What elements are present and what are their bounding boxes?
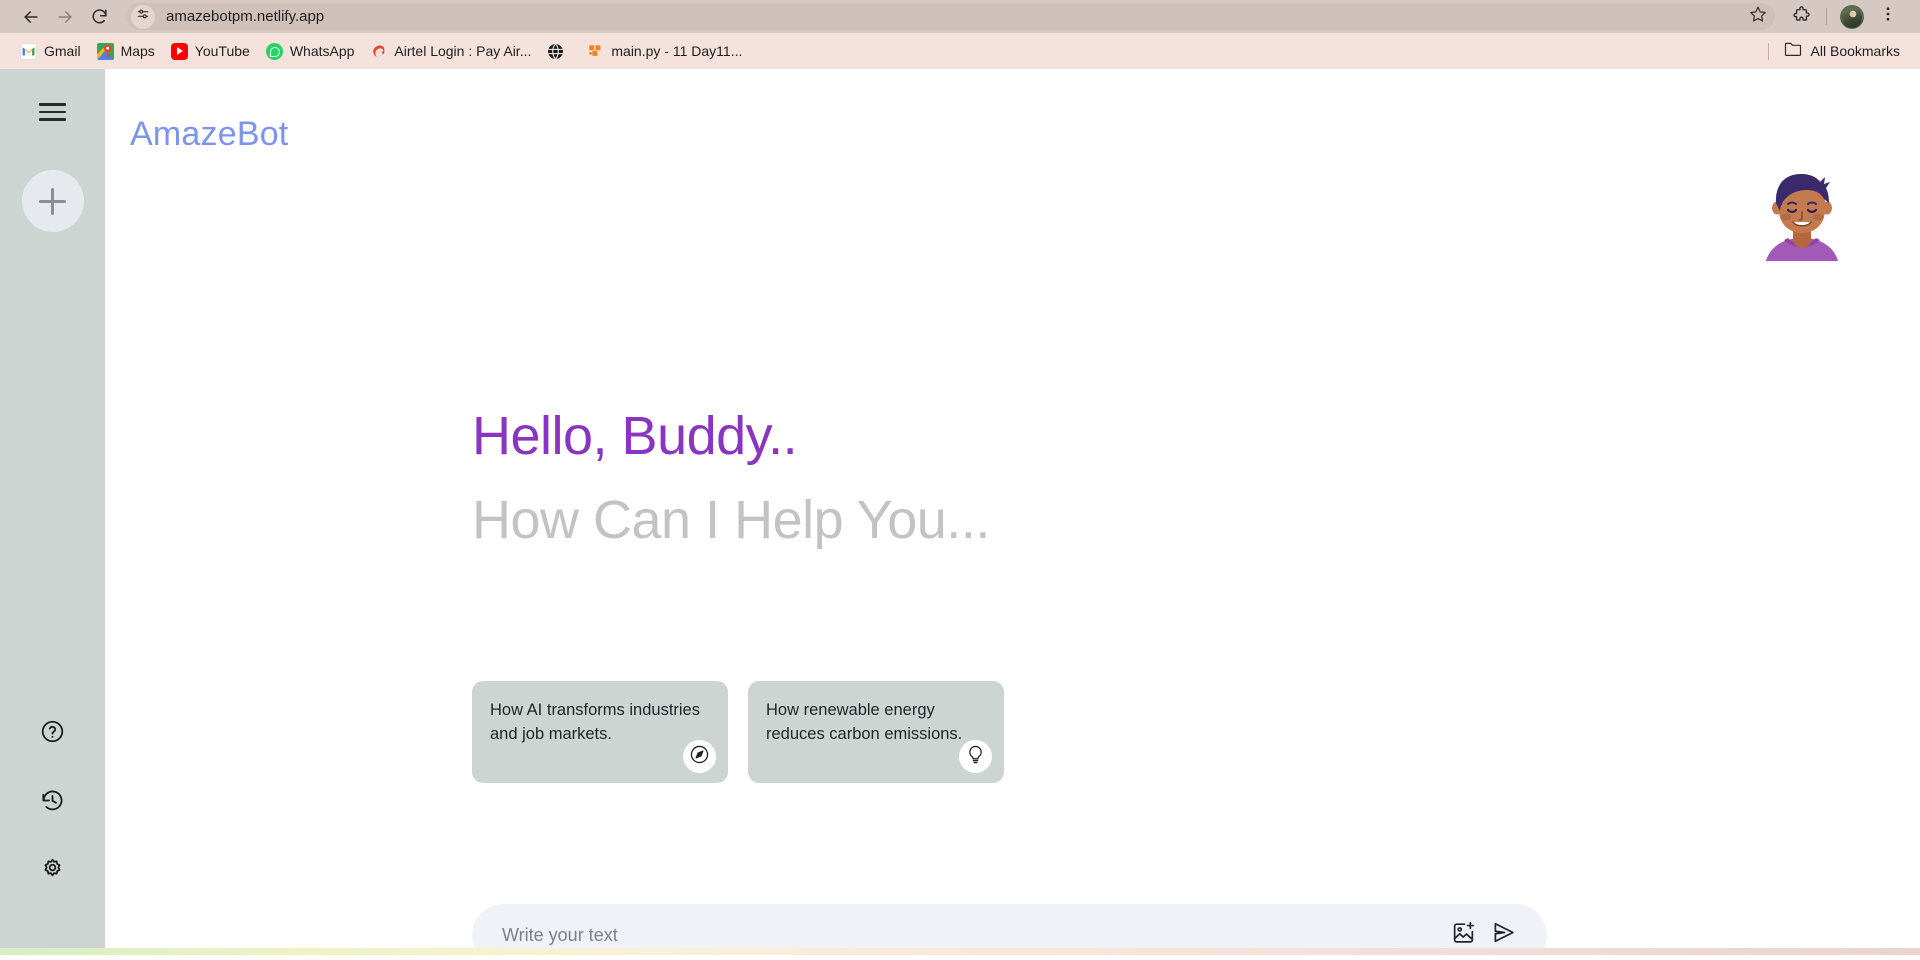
- browser-actions: [1783, 2, 1906, 32]
- browser-toolbar: amazebotpm.netlify.app: [0, 0, 1920, 33]
- history-icon: [40, 788, 65, 818]
- bookmark-whatsapp[interactable]: WhatsApp: [258, 38, 363, 64]
- all-bookmarks-button[interactable]: All Bookmarks: [1760, 38, 1908, 64]
- lightbulb-icon: [965, 744, 986, 770]
- browser-menu-button[interactable]: [1870, 2, 1906, 32]
- bookmark-globe[interactable]: [539, 38, 579, 64]
- sidebar-item-help[interactable]: [33, 714, 73, 754]
- bookmark-youtube[interactable]: YouTube: [163, 38, 258, 64]
- airtel-favicon: [370, 43, 387, 60]
- greeting-primary: Hello, Buddy..: [472, 406, 798, 466]
- suggestion-card-text: How AI transforms industries and job mar…: [490, 701, 700, 744]
- hamburger-menu-icon-bar: [39, 118, 66, 121]
- toolbar-divider: [1826, 8, 1827, 25]
- bookmark-gmail[interactable]: Gmail: [12, 38, 89, 64]
- youtube-favicon: [170, 42, 188, 60]
- bookmark-mainpy[interactable]: main.py - 11 Day11...: [579, 38, 750, 64]
- suggestion-card[interactable]: How AI transforms industries and job mar…: [472, 681, 728, 783]
- bookmark-star-button[interactable]: [1741, 3, 1775, 31]
- reload-button[interactable]: [82, 2, 116, 32]
- bookmark-label: Maps: [120, 43, 155, 59]
- profile-button[interactable]: [1834, 2, 1870, 32]
- back-arrow-icon: [21, 7, 41, 27]
- tune-icon: [136, 7, 150, 26]
- browser-chrome: amazebotpm.netlify.app Gmail Maps YouTub…: [0, 0, 1920, 69]
- hamburger-menu-icon: [39, 103, 66, 106]
- suggestion-cards: How AI transforms industries and job mar…: [472, 681, 1004, 783]
- suggestion-card-icon-button[interactable]: [683, 740, 716, 773]
- google-maps-favicon: [96, 42, 114, 60]
- bookmark-airtel[interactable]: Airtel Login : Pay Air...: [362, 38, 539, 64]
- forward-button[interactable]: [48, 2, 82, 32]
- bookmark-star-icon: [1749, 5, 1767, 28]
- python-favicon: [587, 43, 604, 60]
- bookmark-label: Airtel Login : Pay Air...: [394, 43, 532, 59]
- whatsapp-favicon: [265, 42, 283, 60]
- bookmarks-bar: Gmail Maps YouTube WhatsApp Airtel Login…: [0, 33, 1920, 69]
- address-bar-url: amazebotpm.netlify.app: [166, 8, 325, 25]
- globe-favicon: [547, 43, 564, 60]
- app-sidebar: [0, 69, 105, 955]
- back-button[interactable]: [14, 2, 48, 32]
- extensions-button[interactable]: [1783, 2, 1819, 32]
- greeting-block: Hello, Buddy.. How Can I Help You...: [472, 409, 990, 547]
- app-main: AmazeBot Hello, Buddy.. How Can I Help Y…: [105, 69, 1920, 955]
- page-viewport: AmazeBot Hello, Buddy.. How Can I Help Y…: [0, 69, 1920, 955]
- plus-icon: [39, 187, 66, 215]
- settings-gear-icon: [40, 857, 65, 887]
- site-settings-button[interactable]: [131, 4, 155, 29]
- profile-avatar-icon: [1840, 4, 1864, 29]
- all-bookmarks-label: All Bookmarks: [1810, 43, 1900, 59]
- folder-icon: [1784, 41, 1802, 62]
- greeting-secondary: How Can I Help You...: [472, 490, 990, 550]
- address-bar[interactable]: amazebotpm.netlify.app: [126, 3, 1775, 30]
- suggestion-card-text: How renewable energy reduces carbon emis…: [766, 701, 963, 744]
- bookmark-label: WhatsApp: [289, 43, 355, 59]
- suggestion-card[interactable]: How renewable energy reduces carbon emis…: [748, 681, 1004, 783]
- gmail-favicon: [20, 42, 37, 60]
- send-paper-plane-icon: [1491, 920, 1516, 950]
- app-brand-title: AmazeBot: [130, 115, 289, 153]
- sidebar-item-history[interactable]: [33, 783, 73, 823]
- extensions-puzzle-icon: [1792, 5, 1811, 29]
- sidebar-item-settings[interactable]: [33, 852, 73, 892]
- sidebar-bottom-actions: [33, 714, 73, 955]
- bookmark-label: Gmail: [44, 43, 81, 59]
- compass-icon: [689, 744, 710, 770]
- hamburger-menu-icon-bar: [39, 110, 66, 114]
- suggestion-card-icon-button[interactable]: [959, 740, 992, 773]
- bookmark-maps[interactable]: Maps: [89, 38, 163, 64]
- forward-arrow-icon: [55, 7, 75, 27]
- new-chat-button[interactable]: [21, 170, 84, 232]
- help-icon: [40, 719, 65, 749]
- bookmark-label: YouTube: [194, 43, 250, 59]
- add-image-icon: [1451, 920, 1476, 950]
- user-avatar-illustration: [1752, 169, 1852, 261]
- bookmark-label: main.py - 11 Day11...: [611, 43, 743, 59]
- bookmarks-divider: [1767, 42, 1769, 60]
- page-bottom-strip: [0, 948, 1920, 955]
- three-dot-menu-icon: [1879, 5, 1897, 28]
- sidebar-menu-toggle[interactable]: [33, 92, 73, 132]
- reload-icon: [90, 7, 109, 26]
